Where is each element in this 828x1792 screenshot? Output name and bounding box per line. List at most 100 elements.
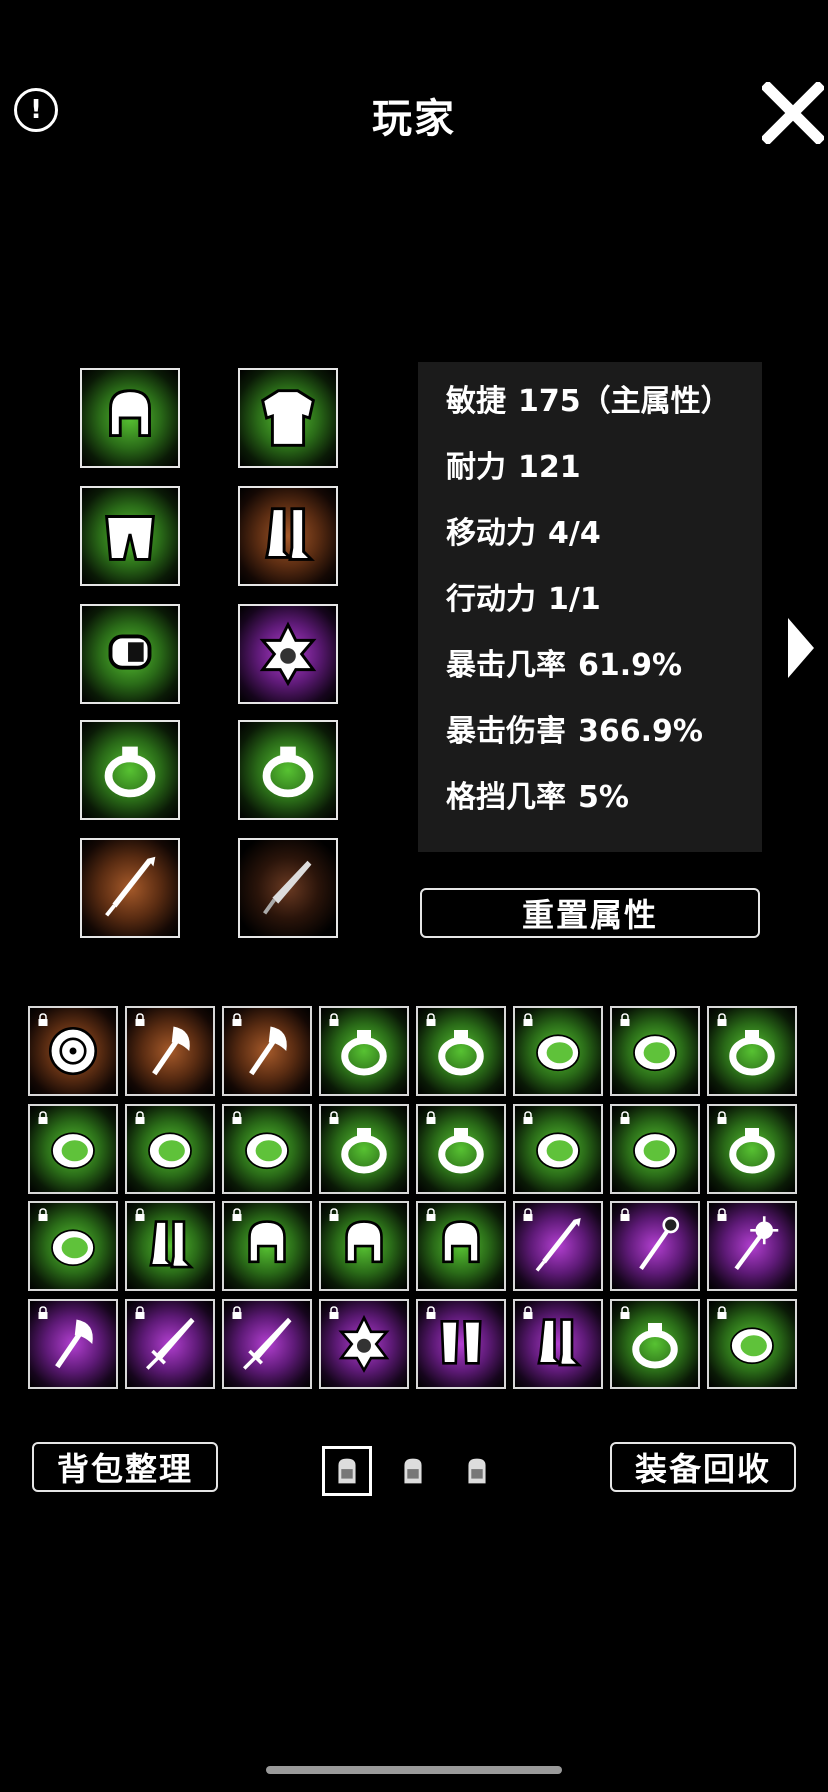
page-title: 玩家	[372, 96, 456, 142]
equip-slot-ring-right[interactable]	[238, 720, 338, 820]
lock-icon	[135, 1208, 145, 1221]
backpack-icon	[336, 1456, 358, 1486]
stat-block-rate: 格挡几率 5%	[446, 780, 629, 815]
close-button[interactable]	[760, 80, 826, 146]
stat-action: 行动力 1/1	[446, 582, 601, 617]
inventory-item[interactable]	[28, 1103, 118, 1194]
lock-icon	[329, 1110, 339, 1124]
helmet-icon	[109, 389, 151, 438]
lock-icon	[523, 1013, 533, 1026]
inventory-item[interactable]	[416, 1298, 506, 1389]
inventory-item[interactable]	[610, 1103, 700, 1194]
lock-icon	[620, 1110, 630, 1124]
stats-panel[interactable]: 敏捷 175（主属性） 耐力 121 移动力 4/4 行动力 1/1 暴击几率 61.9%…	[418, 362, 762, 852]
reset-stats-button[interactable]: 重置属性	[420, 888, 760, 938]
lock-icon	[135, 1110, 145, 1124]
backpack-icon	[402, 1456, 424, 1486]
lock-icon	[717, 1110, 727, 1124]
inventory-item[interactable]	[707, 1103, 797, 1194]
pants-icon	[104, 515, 156, 561]
ring-icon	[262, 746, 314, 798]
lock-icon	[426, 1013, 436, 1026]
inventory-item[interactable]	[222, 1103, 312, 1194]
inventory-item[interactable]	[513, 1006, 603, 1096]
lock-icon	[620, 1013, 630, 1026]
lock-icon	[232, 1110, 242, 1124]
inventory-item[interactable]	[707, 1298, 797, 1389]
lock-icon	[38, 1110, 48, 1124]
lock-icon	[426, 1305, 436, 1319]
inventory-item[interactable]	[416, 1201, 506, 1291]
inventory-item[interactable]	[28, 1298, 118, 1389]
inventory-item[interactable]	[319, 1298, 409, 1389]
lock-icon	[523, 1110, 533, 1124]
backpack-icon	[466, 1456, 488, 1486]
lock-icon	[329, 1208, 339, 1221]
equip-slot-main-weapon[interactable]	[80, 838, 180, 938]
stat-stamina: 耐力 121	[446, 450, 581, 485]
inventory-item[interactable]	[707, 1201, 797, 1291]
lock-icon	[38, 1305, 48, 1319]
lock-icon	[620, 1208, 630, 1221]
amulet-icon	[259, 621, 317, 687]
home-indicator[interactable]	[266, 1766, 562, 1774]
inventory-item[interactable]	[707, 1006, 797, 1096]
inventory-item[interactable]	[610, 1298, 700, 1389]
bracer-icon	[108, 634, 152, 670]
inventory-item[interactable]	[416, 1006, 506, 1096]
inventory-item[interactable]	[319, 1006, 409, 1096]
stat-agility: 敏捷 175（主属性）	[446, 384, 731, 419]
ring-icon	[104, 746, 156, 798]
equip-slot-bracer[interactable]	[80, 604, 180, 704]
lock-icon	[426, 1110, 436, 1124]
lock-icon	[329, 1305, 339, 1319]
stat-crit-damage: 暴击伤害 366.9%	[446, 714, 703, 749]
lock-icon	[135, 1013, 145, 1026]
inventory-item[interactable]	[610, 1201, 700, 1291]
inventory-item[interactable]	[513, 1201, 603, 1291]
inventory-item[interactable]	[319, 1201, 409, 1291]
inventory-item[interactable]	[28, 1201, 118, 1291]
inventory-item[interactable]	[222, 1006, 312, 1096]
inventory-item[interactable]	[319, 1103, 409, 1194]
lock-icon	[329, 1013, 339, 1026]
lock-icon	[717, 1208, 727, 1221]
lock-icon	[232, 1013, 242, 1026]
next-page-arrow-icon[interactable]	[788, 618, 814, 678]
equip-slot-pants[interactable]	[80, 486, 180, 586]
inventory-item[interactable]	[28, 1006, 118, 1096]
inventory-item[interactable]	[222, 1298, 312, 1389]
dagger-icon	[263, 860, 312, 915]
equip-slot-boots[interactable]	[238, 486, 338, 586]
close-icon	[760, 80, 826, 146]
inventory-item[interactable]	[610, 1006, 700, 1096]
equip-slot-chest-armor[interactable]	[238, 368, 338, 468]
spear-icon	[105, 856, 156, 917]
inventory-item[interactable]	[125, 1298, 215, 1389]
recycle-equipment-button[interactable]: 装备回收	[610, 1442, 796, 1492]
sort-bag-button[interactable]: 背包整理	[32, 1442, 218, 1492]
inventory-item[interactable]	[125, 1103, 215, 1194]
lock-icon	[38, 1208, 48, 1221]
equip-slot-off-weapon[interactable]	[238, 838, 338, 938]
inventory-item[interactable]	[513, 1103, 603, 1194]
inventory-item[interactable]	[222, 1201, 312, 1291]
inventory-item[interactable]	[416, 1103, 506, 1194]
inventory-item[interactable]	[125, 1201, 215, 1291]
lock-icon	[523, 1305, 533, 1319]
equip-slot-helmet[interactable]	[80, 368, 180, 468]
equip-slot-amulet[interactable]	[238, 604, 338, 704]
chest-armor-icon	[260, 389, 316, 447]
inventory-item[interactable]	[125, 1006, 215, 1096]
equip-slot-ring-left[interactable]	[80, 720, 180, 820]
lock-icon	[232, 1305, 242, 1319]
lock-icon	[135, 1305, 145, 1319]
bag-tab-2[interactable]	[388, 1446, 438, 1496]
inventory-item[interactable]	[513, 1298, 603, 1389]
lock-icon	[717, 1305, 727, 1319]
lock-icon	[620, 1305, 630, 1319]
bag-tab-3[interactable]	[452, 1446, 502, 1496]
lock-icon	[426, 1208, 436, 1221]
bag-tab-1[interactable]	[322, 1446, 372, 1496]
stat-crit-rate: 暴击几率 61.9%	[446, 648, 683, 683]
